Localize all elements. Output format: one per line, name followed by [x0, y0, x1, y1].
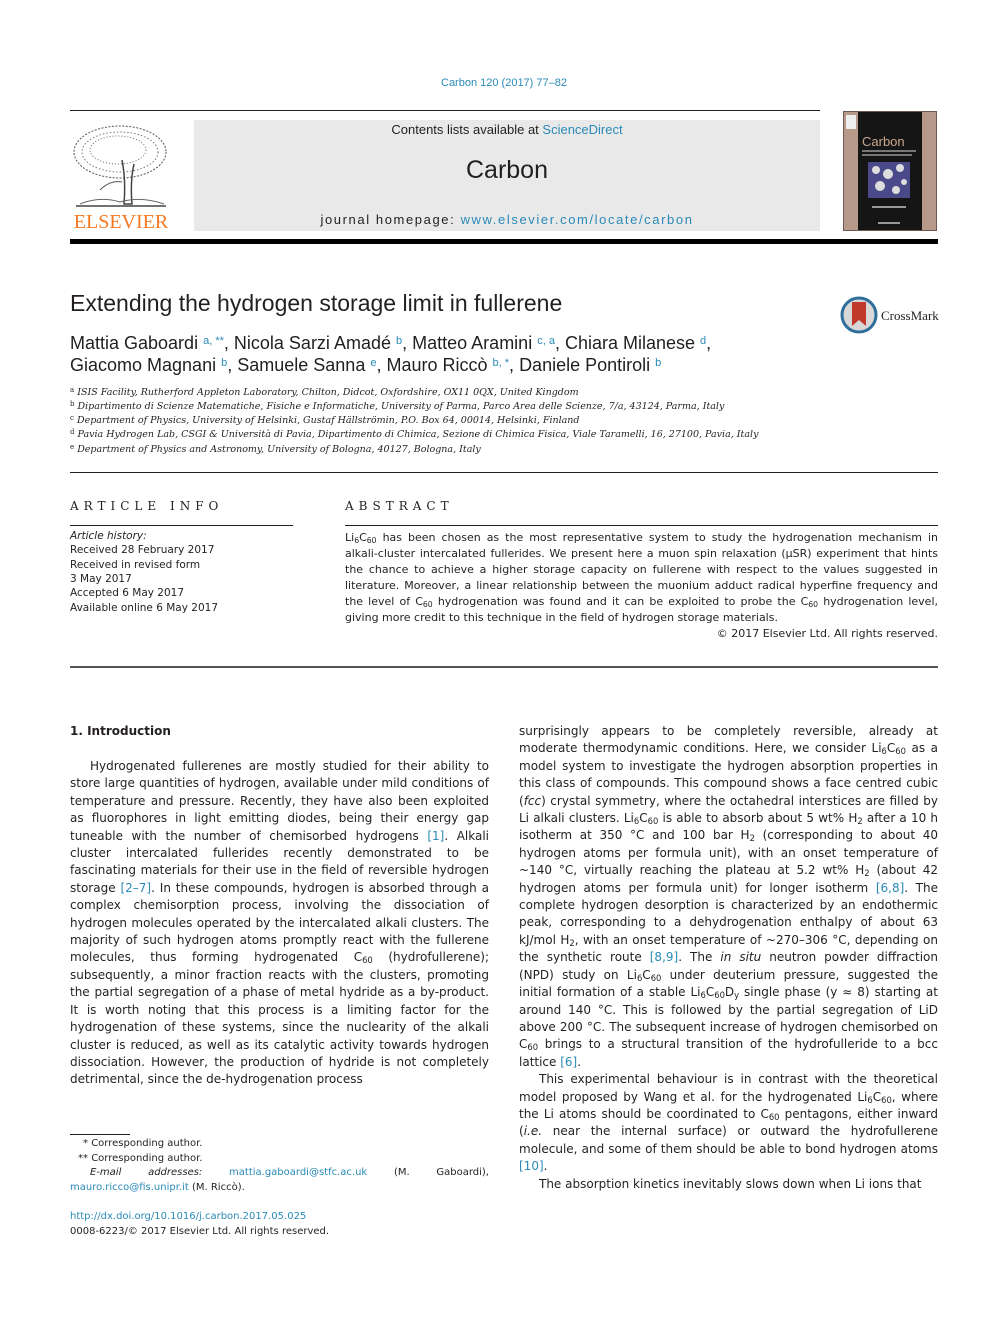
- affiliation-text: Pavia Hydrogen Lab, CSGI & Università di…: [77, 429, 759, 440]
- author-name[interactable]: Daniele Pontiroli: [519, 355, 650, 375]
- author-name[interactable]: Nicola Sarzi Amadé: [234, 333, 391, 353]
- affiliation-key: c: [70, 413, 74, 422]
- footnote-corresponding-2: ** Corresponding author.: [78, 1153, 203, 1164]
- contents-line: Contents lists available at ScienceDirec…: [194, 122, 820, 137]
- affiliation-text: Department of Physics, University of Hel…: [76, 415, 580, 426]
- email-link-gaboardi[interactable]: mattia.gaboardi@stfc.ac.uk: [229, 1167, 367, 1178]
- doi-link[interactable]: http://dx.doi.org/10.1016/j.carbon.2017.…: [70, 1211, 306, 1222]
- separator: ,: [509, 355, 520, 375]
- history-accepted: Accepted 6 May 2017: [70, 587, 185, 599]
- journal-name: Carbon: [466, 156, 548, 184]
- abstract-copyright: © 2017 Elsevier Ltd. All rights reserved…: [716, 627, 938, 640]
- journal-header-box: Contents lists available at ScienceDirec…: [194, 120, 820, 231]
- contents-prefix: Contents lists available at: [391, 122, 543, 137]
- author-name[interactable]: Mattia Gaboardi: [70, 333, 198, 353]
- affiliation-c: c Department of Physics, University of H…: [70, 413, 580, 426]
- citation-link[interactable]: [1]: [427, 829, 444, 843]
- body-column-left: Hydrogenated fullerenes are mostly studi…: [70, 758, 489, 1089]
- footnote-rule: [70, 1134, 130, 1135]
- affiliation-text: ISIS Facility, Rutherford Appleton Labor…: [77, 387, 579, 398]
- separator: ,: [376, 355, 387, 375]
- affiliation-a: a ISIS Facility, Rutherford Appleton Lab…: [70, 385, 579, 398]
- separator: ,: [554, 333, 565, 353]
- separator: ,: [402, 333, 413, 353]
- section-heading-introduction: 1. Introduction: [70, 724, 171, 738]
- author-affiliation-marker[interactable]: b: [655, 357, 661, 369]
- paragraph: Hydrogenated fullerenes are mostly studi…: [70, 759, 489, 1087]
- citation-link[interactable]: [8,9]: [650, 950, 678, 964]
- journal-reference-link[interactable]: Carbon 120 (2017) 77–82: [0, 77, 992, 89]
- front-matter-rule: [70, 666, 938, 668]
- citation-link[interactable]: [6,8]: [876, 881, 904, 895]
- paragraph: surprisingly appears to be completely re…: [519, 724, 939, 1069]
- elsevier-wordmark: ELSEVIER: [74, 211, 169, 232]
- history-revised-date: 3 May 2017: [70, 573, 132, 585]
- author-list-line-2: Giacomo Magnani b, Samuele Sanna e, Maur…: [70, 355, 661, 376]
- author-name[interactable]: Matteo Aramini: [412, 333, 532, 353]
- author-affiliation-marker[interactable]: a, **: [203, 335, 224, 347]
- author-name[interactable]: Mauro Riccò: [386, 355, 487, 375]
- affiliation-b: b Dipartimento di Scienze Matematiche, F…: [70, 399, 725, 412]
- journal-cover-image[interactable]: Carbon: [843, 111, 937, 231]
- affiliation-key: d: [70, 427, 75, 436]
- history-online: Available online 6 May 2017: [70, 602, 219, 614]
- affiliation-text: Department of Physics and Astronomy, Uni…: [77, 444, 481, 455]
- affiliation-key: a: [70, 385, 75, 394]
- body-column-right: surprisingly appears to be completely re…: [519, 723, 938, 1193]
- elsevier-tree-icon: ELSEVIER: [70, 120, 172, 233]
- email-link-ricco[interactable]: mauro.ricco@fis.unipr.it: [70, 1182, 189, 1193]
- citation-link[interactable]: [10]: [519, 1159, 544, 1173]
- journal-cover-icon: Carbon: [846, 112, 922, 230]
- email-label: E-mail addresses:: [90, 1167, 203, 1178]
- crossmark-icon: [840, 296, 878, 334]
- article-info-heading: ARTICLE INFO: [70, 499, 224, 513]
- crossmark-label[interactable]: CrossMark: [881, 308, 939, 324]
- author-affiliation-marker[interactable]: c, a: [537, 335, 555, 347]
- citation-link[interactable]: [2–7]: [120, 881, 151, 895]
- history-received: Received 28 February 2017: [70, 544, 215, 556]
- paragraph: This experimental behaviour is in contra…: [519, 1072, 939, 1174]
- affiliation-e: e Department of Physics and Astronomy, U…: [70, 442, 481, 455]
- affiliation-text: Dipartimento di Scienze Matematiche, Fis…: [77, 401, 725, 412]
- article-title: Extending the hydrogen storage limit in …: [70, 290, 563, 316]
- history-revised-label: Received in revised form: [70, 559, 201, 571]
- article-history-title: Article history:: [70, 530, 147, 542]
- top-rule: [70, 110, 820, 111]
- citation-link[interactable]: [6]: [560, 1055, 577, 1069]
- svg-text:Carbon: Carbon: [862, 134, 905, 149]
- affiliation-key: b: [70, 399, 75, 408]
- footnote-emails: E-mail addresses: mattia.gaboardi@stfc.a…: [70, 1167, 489, 1193]
- header-thick-rule: [70, 239, 938, 244]
- sciencedirect-link[interactable]: ScienceDirect: [542, 122, 622, 137]
- paragraph: The absorption kinetics inevitably slows…: [539, 1176, 922, 1191]
- abstract-text: Li6C60 has been chosen as the most repre…: [345, 531, 938, 624]
- author-list-line-1: Mattia Gaboardi a, **, Nicola Sarzi Amad…: [70, 333, 711, 354]
- journal-homepage-link[interactable]: www.elsevier.com/locate/carbon: [461, 212, 694, 227]
- separator: ,: [223, 333, 234, 353]
- abstract-rule: [345, 525, 938, 526]
- author-name[interactable]: Chiara Milanese: [565, 333, 695, 353]
- homepage-prefix: journal homepage:: [320, 212, 461, 227]
- footnote-corresponding-1: * Corresponding author.: [83, 1138, 203, 1149]
- author-affiliation-marker[interactable]: b, *: [493, 357, 510, 369]
- homepage-line: journal homepage: www.elsevier.com/locat…: [194, 212, 820, 227]
- abstract-heading: ABSTRACT: [345, 499, 454, 513]
- affiliation-key: e: [70, 442, 75, 451]
- affiliations-rule: [70, 472, 938, 473]
- author-name[interactable]: Giacomo Magnani: [70, 355, 216, 375]
- separator: ,: [706, 333, 712, 353]
- affiliation-d: d Pavia Hydrogen Lab, CSGI & Università …: [70, 427, 759, 440]
- article-info-rule: [70, 525, 293, 526]
- issn-copyright: 0008-6223/© 2017 Elsevier Ltd. All right…: [70, 1226, 330, 1237]
- elsevier-logo[interactable]: ELSEVIER: [70, 120, 172, 233]
- author-name[interactable]: Samuele Sanna: [237, 355, 365, 375]
- separator: ,: [227, 355, 238, 375]
